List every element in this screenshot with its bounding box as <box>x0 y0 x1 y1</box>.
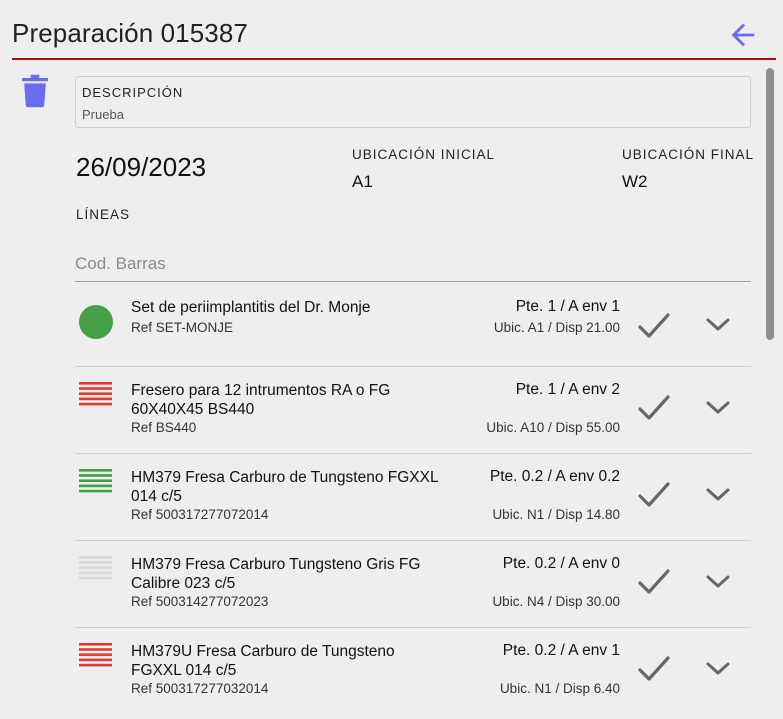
line-product-name: HM379 Fresa Carburo Tungsteno Gris FG Ca… <box>131 556 421 592</box>
page-title: Preparación 015387 <box>12 18 248 48</box>
lines-section-label: LÍNEAS <box>76 207 131 222</box>
line-location-stock: Ubic. N4 / Disp 30.00 <box>492 594 620 609</box>
line-quantity: Pte. 0.2 / A env 1 <box>502 642 620 659</box>
line-quantity: Pte. 1 / A env 2 <box>515 381 620 398</box>
line-status-indicator <box>79 469 113 503</box>
line-item[interactable]: HM379 Fresa Carburo Tungsteno Gris FG Ca… <box>75 541 751 628</box>
line-status-indicator <box>79 643 113 677</box>
line-location-stock: Ubic. A10 / Disp 55.00 <box>486 420 620 435</box>
line-product-ref: Ref 500317277032014 <box>131 681 269 696</box>
line-product-ref: Ref 500317277072014 <box>131 507 269 522</box>
app-header: Preparación 015387 <box>0 0 783 61</box>
chevron-down-icon[interactable] <box>705 485 731 505</box>
description-field[interactable]: DESCRIPCIÓN Prueba <box>75 76 751 128</box>
initial-location-label: UBICACIÓN INICIAL <box>352 147 496 162</box>
line-status-indicator <box>79 556 113 590</box>
final-location-label: UBICACIÓN FINAL <box>622 147 755 162</box>
line-item[interactable]: HM379 Fresa Carburo de Tungsteno FGXXL 0… <box>75 454 751 541</box>
barcode-input[interactable] <box>75 252 751 282</box>
scrollbar-thumb[interactable] <box>766 68 774 340</box>
line-product-ref: Ref SET-MONJE <box>131 320 234 335</box>
line-product-name: Set de periimplantitis del Dr. Monje <box>131 299 371 316</box>
line-item[interactable]: Set de periimplantitis del Dr. Monje Ref… <box>75 281 751 367</box>
chevron-down-icon[interactable] <box>705 398 731 418</box>
line-quantity: Pte. 0.2 / A env 0.2 <box>489 468 620 485</box>
line-item[interactable]: HM379U Fresa Carburo de Tungsteno FGXXL … <box>75 628 751 719</box>
arrow-left-icon[interactable] <box>726 18 760 52</box>
description-value: Prueba <box>82 107 124 122</box>
status-lines-icon <box>79 469 112 493</box>
line-product-name: Fresero para 12 intrumentos RA o FG 60X4… <box>131 382 391 418</box>
check-icon[interactable] <box>637 311 671 341</box>
line-quantity: Pte. 0.2 / A env 0 <box>502 555 620 572</box>
line-item[interactable]: Fresero para 12 intrumentos RA o FG 60X4… <box>75 367 751 454</box>
line-product-name: HM379 Fresa Carburo de Tungsteno FGXXL 0… <box>131 469 438 505</box>
line-quantity: Pte. 1 / A env 1 <box>515 298 620 315</box>
line-location-stock: Ubic. A1 / Disp 21.00 <box>493 320 620 335</box>
preparation-date: 26/09/2023 <box>76 152 207 182</box>
status-lines-icon <box>79 382 112 406</box>
line-status-indicator <box>79 382 113 416</box>
trash-icon[interactable] <box>22 74 48 108</box>
line-location-stock: Ubic. N1 / Disp 14.80 <box>492 507 620 522</box>
line-product-ref: Ref 500314277072023 <box>131 594 269 609</box>
line-product-ref: Ref BS440 <box>131 420 197 435</box>
check-icon[interactable] <box>637 567 671 597</box>
line-location-stock: Ubic. N1 / Disp 6.40 <box>499 681 620 696</box>
status-lines-icon <box>79 556 112 580</box>
status-green-dot-icon <box>79 305 113 339</box>
chevron-down-icon[interactable] <box>705 572 731 592</box>
initial-location-value: A1 <box>352 172 373 191</box>
chevron-down-icon[interactable] <box>705 659 731 679</box>
check-icon[interactable] <box>637 654 671 684</box>
line-product-name: HM379U Fresa Carburo de Tungsteno FGXXL … <box>131 643 395 679</box>
final-location-value: W2 <box>622 172 648 191</box>
line-status-indicator <box>79 305 113 339</box>
chevron-down-icon[interactable] <box>705 315 731 335</box>
check-icon[interactable] <box>637 393 671 423</box>
description-label: DESCRIPCIÓN <box>82 85 184 100</box>
header-divider <box>12 58 776 60</box>
check-icon[interactable] <box>637 480 671 510</box>
status-lines-icon <box>79 643 112 667</box>
